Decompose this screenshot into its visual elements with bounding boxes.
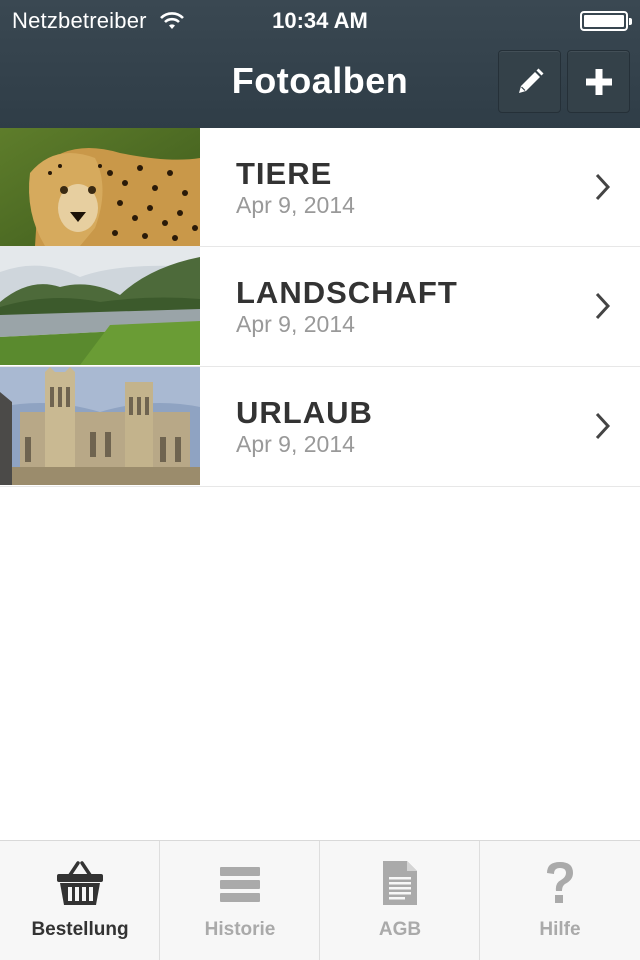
album-thumbnail [0, 367, 200, 485]
plus-icon [585, 68, 612, 95]
album-name: TIERE [236, 156, 333, 191]
album-date: Apr 9, 2014 [236, 311, 355, 337]
tab-hilfe[interactable]: Hilfe [480, 841, 640, 960]
tab-label: Bestellung [31, 919, 129, 940]
battery-icon [580, 11, 632, 31]
album-thumbnail [0, 128, 200, 246]
album-date: Apr 9, 2014 [236, 192, 355, 218]
add-album-button[interactable] [567, 50, 630, 113]
tab-label: Hilfe [539, 919, 581, 940]
album-list: TIERE Apr 9, 2014 LANDSCHAFT Apr 9, 2014 [0, 128, 640, 487]
pencil-icon [518, 68, 543, 93]
chevron-right-icon [595, 292, 611, 320]
album-row-tiere[interactable]: TIERE Apr 9, 2014 [0, 128, 640, 247]
chevron-right-icon [595, 173, 611, 201]
header: Netzbetreiber 10:34 AM Fotoalben [0, 0, 640, 128]
status-time: 10:34 AM [272, 8, 368, 33]
tab-label: Historie [204, 919, 276, 940]
tab-label: AGB [378, 919, 422, 940]
album-thumbnail [0, 247, 200, 365]
tab-historie[interactable]: Historie [160, 841, 320, 960]
document-icon [383, 861, 417, 905]
album-name: LANDSCHAFT [236, 275, 458, 310]
cathedral-photo [0, 367, 200, 485]
album-row-urlaub[interactable]: URLAUB Apr 9, 2014 [0, 367, 640, 487]
album-date: Apr 9, 2014 [236, 431, 355, 457]
basket-icon [57, 861, 103, 905]
tab-bestellung[interactable]: Bestellung [0, 841, 160, 960]
list-icon [220, 867, 260, 902]
edit-button[interactable] [498, 50, 561, 113]
river-landscape-photo [0, 247, 200, 365]
chevron-right-icon [595, 412, 611, 440]
album-name: URLAUB [236, 395, 373, 430]
tab-bar: Bestellung Historie AGB Hilfe [0, 840, 640, 960]
question-icon [547, 862, 573, 903]
album-row-landschaft[interactable]: LANDSCHAFT Apr 9, 2014 [0, 247, 640, 367]
tab-agb[interactable]: AGB [320, 841, 480, 960]
status-bar: Netzbetreiber 10:34 AM [0, 0, 640, 40]
cheetah-photo [0, 128, 200, 246]
